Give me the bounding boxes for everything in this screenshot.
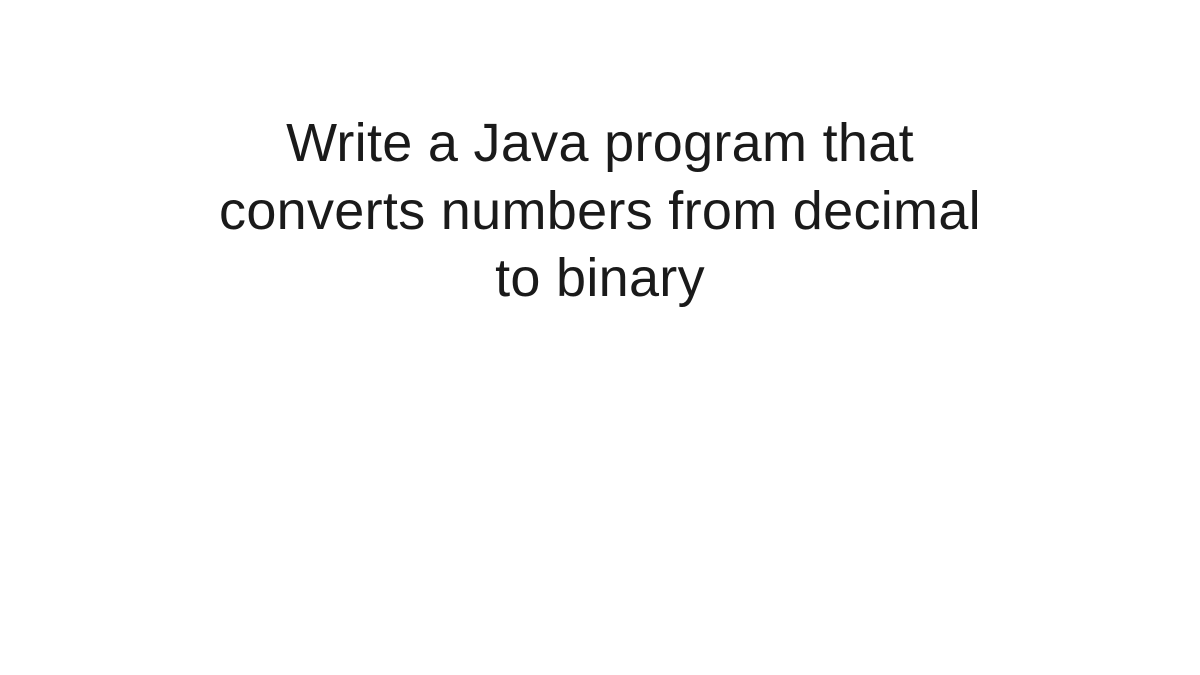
text-line-1: Write a Java program that xyxy=(286,113,914,173)
text-line-3: to binary xyxy=(495,248,705,308)
text-line-2: converts numbers from decimal xyxy=(219,181,981,241)
slide-text-block: Write a Java program that converts numbe… xyxy=(100,110,1100,313)
slide-content: Write a Java program that converts numbe… xyxy=(0,110,1200,313)
